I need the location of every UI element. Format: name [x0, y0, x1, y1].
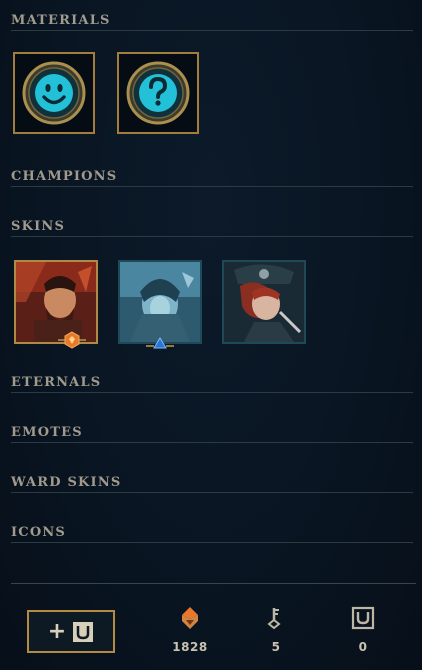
orange-essence-amount: 1828 [172, 640, 208, 654]
material-emote-orb[interactable] [13, 52, 95, 134]
blue-rarity-gem-icon [146, 337, 174, 349]
section-materials: MATERIALS [11, 10, 413, 31]
plus-icon: + [47, 618, 67, 644]
add-loot-button[interactable]: + [27, 610, 115, 653]
orange-essence-icon [182, 607, 198, 629]
section-skins-label: SKINS [11, 219, 66, 234]
currency-orange-essence: 1828 [160, 606, 220, 654]
section-icons-label: ICONS [11, 525, 67, 540]
skin-tile-pirate[interactable] [222, 260, 306, 344]
key-icon [267, 608, 281, 630]
section-eternals[interactable]: ETERNALS [11, 372, 413, 393]
section-emotes[interactable]: EMOTES [11, 422, 413, 443]
section-champions[interactable]: CHAMPIONS [11, 166, 413, 187]
section-eternals-label: ETERNALS [11, 375, 102, 390]
keys-amount: 5 [271, 640, 281, 654]
footer-divider [11, 583, 416, 584]
skin-tile-ice[interactable] [118, 260, 202, 344]
skin-pirate-art [224, 262, 304, 342]
section-skins[interactable]: SKINS [11, 216, 413, 237]
section-champions-label: CHAMPIONS [11, 169, 118, 184]
section-emotes-label: EMOTES [11, 425, 83, 440]
smiley-emote-orb-icon [22, 61, 86, 125]
section-ward-skins-label: WARD SKINS [11, 475, 122, 490]
skin-warrior-art [16, 262, 96, 342]
currency-chests: 0 [333, 606, 393, 654]
orange-rarity-gem-icon [58, 331, 86, 349]
section-icons[interactable]: ICONS [11, 522, 413, 543]
section-materials-label: MATERIALS [11, 13, 111, 28]
chest-icon [351, 606, 375, 630]
chests-amount: 0 [358, 640, 368, 654]
skin-ice-art [120, 262, 200, 342]
section-ward-skins[interactable]: WARD SKINS [11, 472, 413, 493]
currency-keys: 5 [246, 606, 306, 654]
add-loot-icon [73, 621, 94, 642]
material-mystery-orb[interactable] [117, 52, 199, 134]
question-mark-orb-icon [126, 61, 190, 125]
